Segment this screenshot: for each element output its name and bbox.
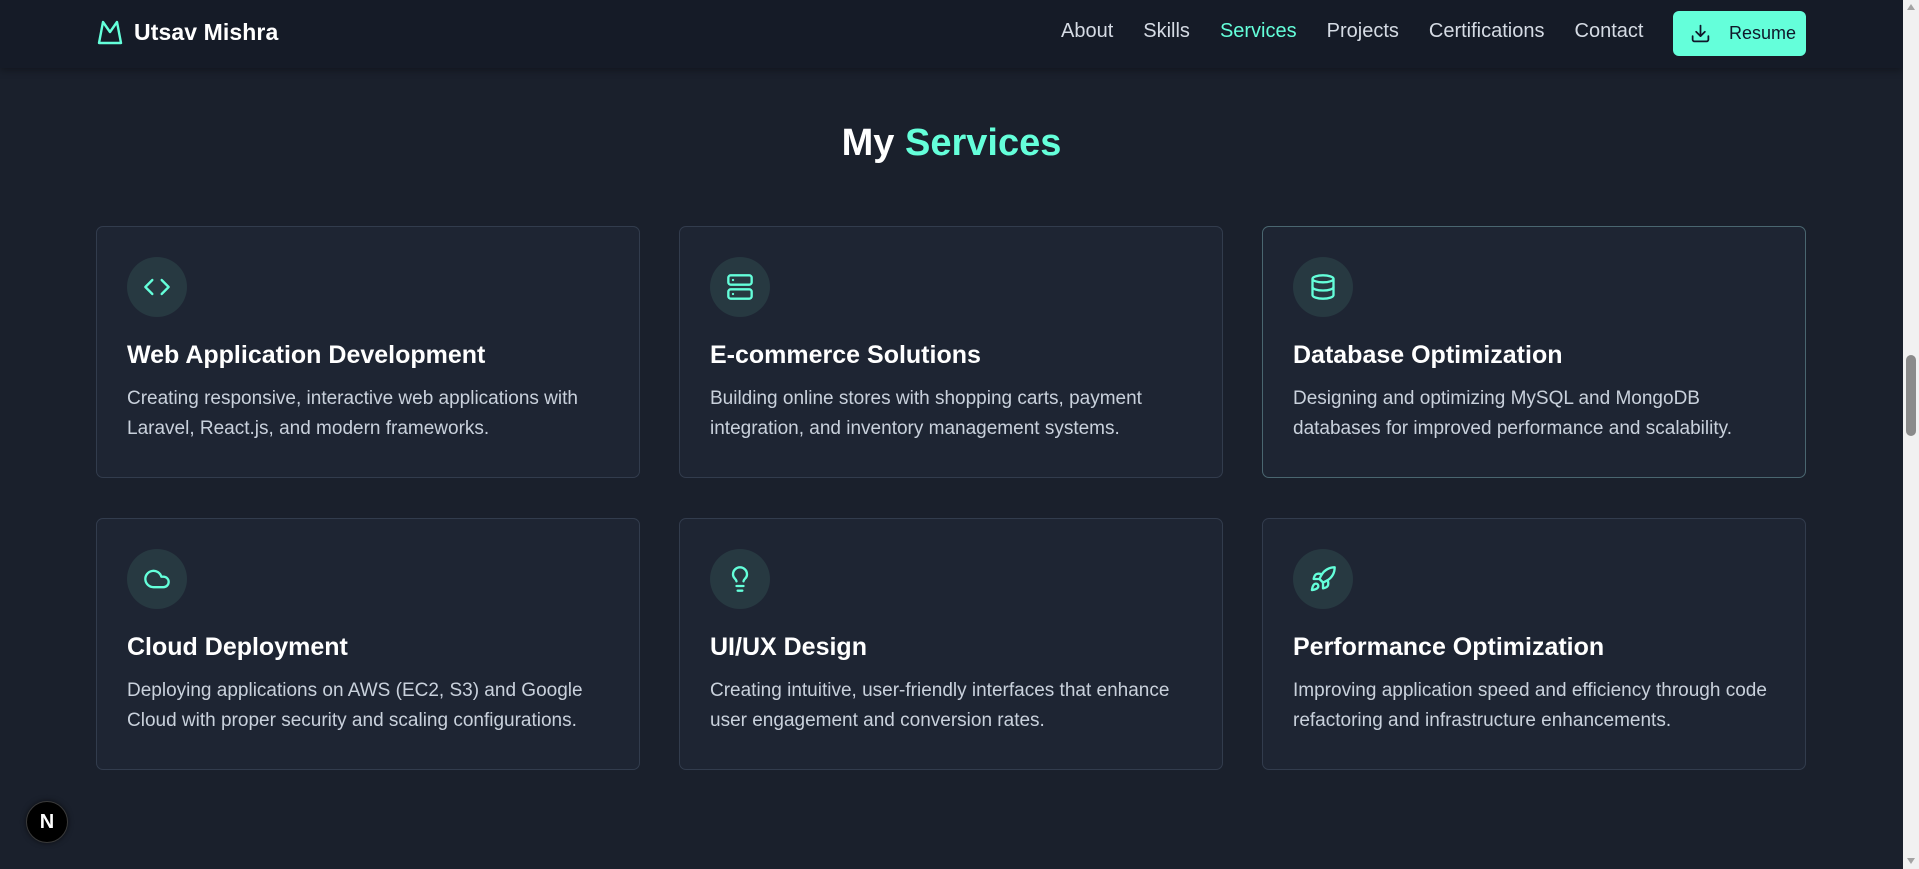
- nav-links: About Skills Services Projects Certifica…: [1061, 20, 1643, 43]
- section-title-accent: Services: [904, 122, 1062, 164]
- service-card-cloud[interactable]: Cloud Deployment Deploying applications …: [96, 518, 640, 770]
- service-icon-badge: [1293, 549, 1353, 609]
- service-card-performance[interactable]: Performance Optimization Improving appli…: [1262, 518, 1806, 770]
- service-description: Creating intuitive, user-friendly interf…: [710, 680, 1170, 731]
- scroll-up-arrow-icon[interactable]: [1907, 4, 1915, 10]
- service-description: Improving application speed and efficien…: [1293, 680, 1767, 731]
- section-title: My Services: [0, 122, 1903, 165]
- service-card-uiux[interactable]: UI/UX Design Creating intuitive, user-fr…: [679, 518, 1223, 770]
- lightbulb-icon: [731, 566, 749, 592]
- service-title: E-commerce Solutions: [710, 341, 981, 369]
- page: Utsav Mishra About Skills Services Proje…: [0, 0, 1919, 869]
- service-icon-badge: [127, 549, 187, 609]
- service-card-database[interactable]: Database Optimization Designing and opti…: [1262, 226, 1806, 478]
- brand-name: Utsav Mishra: [134, 18, 279, 45]
- service-card-web-app[interactable]: Web Application Development Creating res…: [96, 226, 640, 478]
- service-description: Building online stores with shopping car…: [710, 388, 1142, 439]
- service-title: Database Optimization: [1293, 341, 1563, 369]
- top-navbar: Utsav Mishra About Skills Services Proje…: [0, 0, 1903, 68]
- cloud-icon: [144, 569, 170, 589]
- download-icon: [1691, 24, 1710, 43]
- service-title: Web Application Development: [127, 341, 486, 369]
- nav-link-about[interactable]: About: [1061, 20, 1113, 43]
- service-card-ecommerce[interactable]: E-commerce Solutions Building online sto…: [679, 226, 1223, 478]
- nextjs-badge-letter: N: [39, 810, 55, 833]
- brand[interactable]: Utsav Mishra: [96, 18, 278, 46]
- vertical-scrollbar[interactable]: [1903, 0, 1919, 869]
- service-title: UI/UX Design: [710, 633, 867, 661]
- service-title: Cloud Deployment: [127, 633, 348, 661]
- mountain-logo-icon: [97, 20, 123, 45]
- database-icon: [1311, 274, 1335, 300]
- nextjs-dev-badge[interactable]: N: [26, 801, 68, 843]
- service-description: Creating responsive, interactive web app…: [127, 388, 578, 439]
- nav-link-services[interactable]: Services: [1220, 20, 1297, 43]
- service-icon-badge: [710, 549, 770, 609]
- nav-link-certifications[interactable]: Certifications: [1429, 20, 1545, 43]
- service-icon-badge: [1293, 257, 1353, 317]
- service-title: Performance Optimization: [1293, 633, 1605, 661]
- nav-link-projects[interactable]: Projects: [1327, 20, 1399, 43]
- code-icon: [144, 278, 170, 296]
- scroll-down-arrow-icon[interactable]: [1907, 858, 1915, 864]
- service-description: Designing and optimizing MySQL and Mongo…: [1293, 388, 1732, 439]
- rocket-icon: [1310, 566, 1336, 592]
- service-icon-badge: [710, 257, 770, 317]
- section-title-prefix: My: [841, 122, 895, 164]
- resume-label: Resume: [1729, 23, 1797, 43]
- resume-button[interactable]: Resume: [1673, 11, 1806, 56]
- service-description: Deploying applications on AWS (EC2, S3) …: [127, 680, 583, 731]
- server-icon: [727, 274, 753, 300]
- nav-link-skills[interactable]: Skills: [1143, 20, 1190, 43]
- nav-link-contact[interactable]: Contact: [1575, 20, 1644, 43]
- service-icon-badge: [127, 257, 187, 317]
- scrollbar-thumb[interactable]: [1906, 355, 1916, 436]
